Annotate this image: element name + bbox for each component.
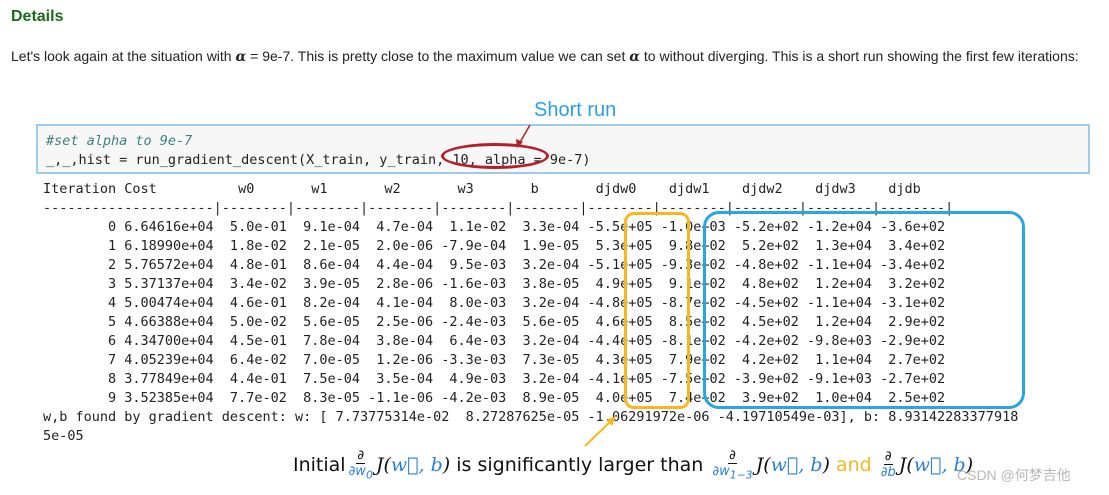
text-larger: is significantly larger than [450, 453, 710, 476]
cost-fn-1: J(w⃗, b) [375, 453, 451, 476]
annotation-arrows [516, 124, 616, 447]
text-initial: Initial [293, 453, 346, 476]
watermark: CSDN @何梦吉他 [957, 467, 1071, 483]
fraction-djdb: ∂ ∂b [880, 449, 896, 481]
arrow-initial [584, 419, 613, 447]
fraction-djdw13: ∂ ∂w1−3 [712, 448, 753, 482]
text-and: and [829, 453, 878, 476]
fraction-djdw0: ∂ ∂w0 [348, 448, 373, 482]
cost-fn-2: J(w⃗, b) [755, 453, 830, 476]
bottom-annotation: Initial ∂ ∂w0 J(w⃗, b) is significantly … [293, 448, 973, 482]
